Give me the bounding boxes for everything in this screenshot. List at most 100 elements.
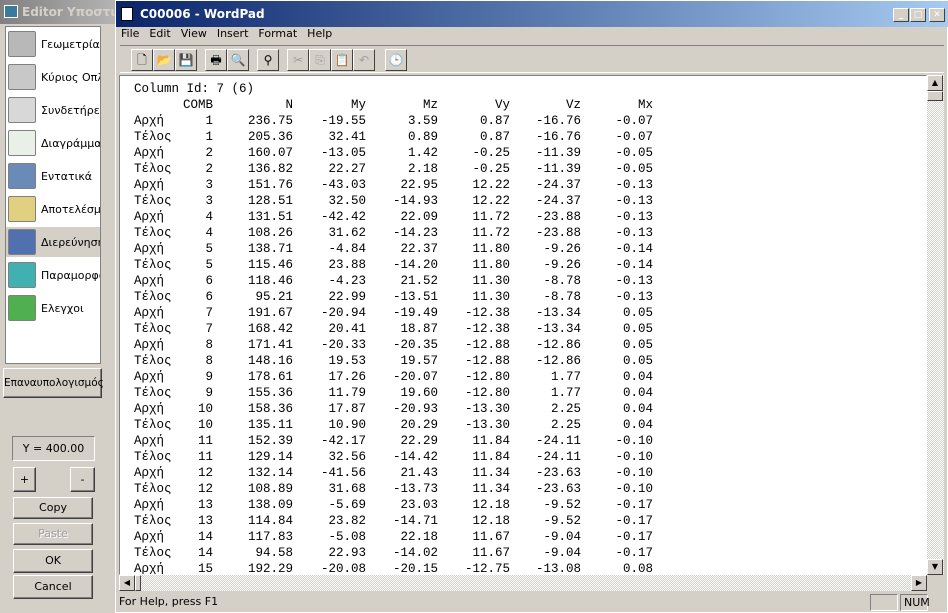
paste-icon[interactable]: 📋 [331,49,353,71]
table-row-cell: 22.27 [328,162,366,176]
horizontal-scrollbar[interactable]: ◀ ▶ [119,575,927,591]
table-row-cell: -5.08 [328,530,366,544]
table-row-cell: 0.08 [622,562,653,575]
minimize-button[interactable]: _ [893,8,909,22]
editor-title-bar[interactable]: Editor Υποστυλ [0,0,118,24]
table-row-cell: -41.56 [320,466,366,480]
table-row-cell: -12.38 [464,306,510,320]
table-row-cell: 2 [205,162,213,176]
table-row-cell: 117.83 [247,530,293,544]
table-row-label: Αρχή [134,370,165,384]
menu-insert[interactable]: Insert [212,27,254,43]
table-row-cell: 22.37 [400,242,438,256]
new-icon[interactable]: 🗋 [131,49,153,71]
table-row-cell: 1.42 [407,146,438,160]
close-button[interactable]: ✕ [929,8,945,22]
scroll-up-icon[interactable]: ▲ [927,75,943,91]
table-row-cell: 11.67 [472,530,510,544]
minus-button[interactable]: - [70,467,95,492]
ok-button[interactable]: OK [13,549,93,573]
vertical-scrollbar[interactable]: ▲ ▼ [927,75,944,575]
table-row-cell: 108.89 [247,482,293,496]
nav-item[interactable]: Παραμορφώσ [6,260,100,290]
table-row-cell: -20.93 [392,402,438,416]
table-row-cell: 191.67 [247,306,293,320]
cancel-button[interactable]: Cancel [13,575,93,599]
table-row-cell: 0.05 [622,338,653,352]
copy-button[interactable]: Copy [13,497,93,519]
scroll-right-icon[interactable]: ▶ [911,575,927,591]
find-icon[interactable]: ⚲ [257,49,279,71]
document-area[interactable]: Column Id: 7 (6) COMB N My Mz Vy Vz Mx Αρχή 1 236.… [119,75,927,575]
nav-item[interactable]: Διερεύνηση [6,227,100,257]
menu-format[interactable]: Format [253,27,302,43]
column-header-cell: Mx [637,98,653,112]
table-row-cell: -24.11 [535,434,581,448]
print-icon[interactable]: 🖶 [205,49,227,71]
table-row-cell: 0.05 [622,322,653,336]
scroll-left-icon[interactable]: ◀ [119,575,135,591]
paste-button[interactable]: Paste [13,523,93,545]
table-row-cell: -20.07 [392,370,438,384]
open-icon[interactable]: 📂 [153,49,175,71]
table-row-label: Τέλος [134,290,172,304]
table-row-cell: -13.30 [464,418,510,432]
cut-icon[interactable]: ✂ [287,49,309,71]
table-row-cell: 2 [205,146,213,160]
date-time-icon[interactable]: 🕒 [385,49,407,71]
table-row-cell: 114.84 [247,514,293,528]
table-row-cell: 158.36 [247,402,293,416]
nav-item[interactable]: Αποτελέσματ [6,194,100,224]
print-preview-icon[interactable]: 🔍 [227,49,249,71]
menu-edit[interactable]: Edit [144,27,175,43]
table-row-cell: -0.10 [615,434,653,448]
document-heading: Column Id: 7 (6) [134,82,255,96]
table-row-cell: 0.04 [622,370,653,384]
nav-item[interactable]: Ελεγχοι [6,293,100,323]
table-row-cell: 9 [205,386,213,400]
table-row-cell: -23.88 [535,210,581,224]
table-row-cell: 17.26 [328,370,366,384]
menu-help[interactable]: Help [302,27,337,43]
column-header-cell: Vz [565,98,581,112]
table-row-cell: -0.13 [615,274,653,288]
hscroll-thumb[interactable] [135,575,141,591]
table-row-cell: 0.89 [407,130,438,144]
nav-item[interactable]: Συνδετήρες [6,95,100,125]
copy-icon[interactable]: ⎘ [309,49,331,71]
table-row-cell: -24.37 [535,178,581,192]
table-row-label: Τέλος [134,546,172,560]
table-row-cell: 32.41 [328,130,366,144]
wordpad-title-bar[interactable]: C00006 - WordPad _ □ ✕ [116,1,948,27]
scroll-down-icon[interactable]: ▼ [927,559,943,575]
plus-button[interactable]: + [13,467,36,492]
table-row-cell: 14 [197,546,213,560]
table-row-cell: -0.13 [615,290,653,304]
table-row-cell: -0.17 [615,530,653,544]
undo-icon[interactable]: ↶ [353,49,375,71]
table-row-cell: -12.80 [464,386,510,400]
table-row-cell: 1 [205,130,213,144]
window-title: C00006 - WordPad [140,7,265,21]
table-row-cell: 155.36 [247,386,293,400]
save-icon[interactable]: 💾 [175,49,197,71]
table-row-cell: -0.13 [615,178,653,192]
table-row-cell: -0.10 [615,482,653,496]
table-row-cell: -5.69 [328,498,366,512]
table-row-cell: -9.26 [543,242,581,256]
nav-item[interactable]: Κύριος Οπλισ [6,62,100,92]
table-row-cell: 131.51 [247,210,293,224]
menu-file[interactable]: File [116,27,144,43]
recalculate-button[interactable]: Επαναυπολογισμός [3,368,104,398]
table-row-cell: 12 [197,466,213,480]
nav-item[interactable]: Διαγράμματα [6,128,100,158]
table-row-cell: -0.14 [615,258,653,272]
menu-view[interactable]: View [176,27,212,43]
nav-item[interactable]: Εντατικά [6,161,100,191]
table-row-cell: -9.26 [543,258,581,272]
table-row-cell: 0.87 [479,130,510,144]
nav-item[interactable]: Γεωμετρία [6,29,100,59]
scroll-thumb[interactable] [927,91,943,101]
maximize-button[interactable]: □ [910,8,926,22]
table-row-cell: -9.04 [543,546,581,560]
